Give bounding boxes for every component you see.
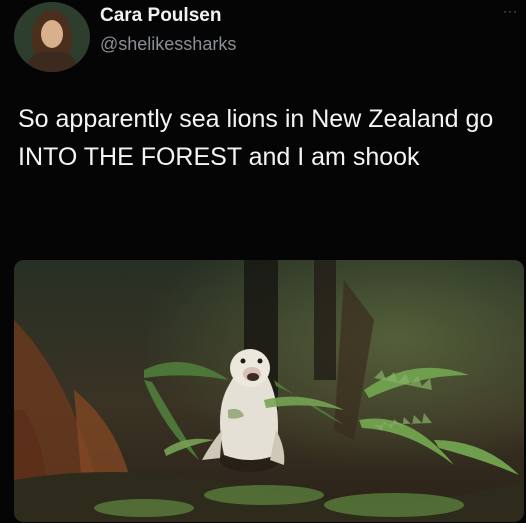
tweet-card: Cara Poulsen @shelikessharks ··· So appa… bbox=[0, 0, 526, 523]
avatar-shirt bbox=[28, 52, 76, 72]
tweet-photo[interactable] bbox=[14, 260, 524, 522]
author-handle[interactable]: @shelikessharks bbox=[100, 32, 236, 56]
more-options-icon[interactable]: ··· bbox=[503, 4, 518, 18]
author-avatar[interactable] bbox=[14, 2, 90, 72]
author-name[interactable]: Cara Poulsen bbox=[100, 4, 236, 28]
author-info: Cara Poulsen @shelikessharks bbox=[100, 4, 236, 56]
avatar-face bbox=[41, 20, 63, 48]
sea-lion-forest-image bbox=[14, 260, 524, 522]
tweet-text: So apparently sea lions in New Zealand g… bbox=[18, 105, 494, 171]
